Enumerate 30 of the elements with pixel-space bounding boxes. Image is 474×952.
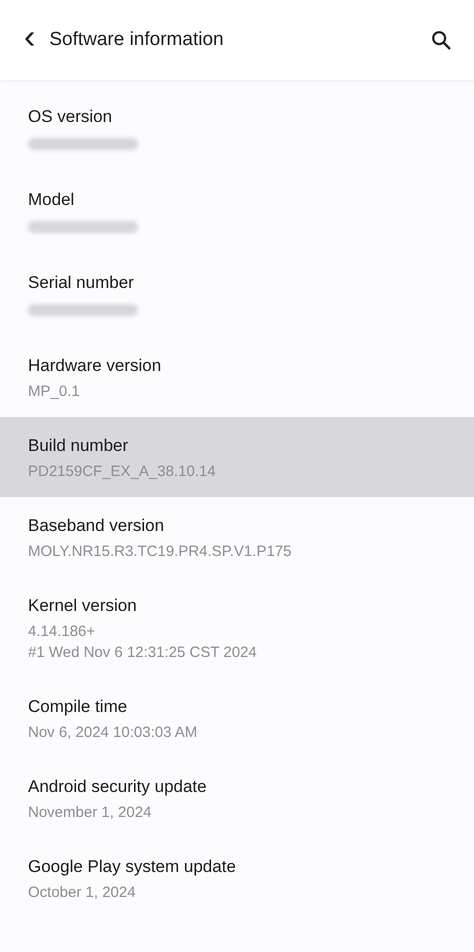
screen-title: Software information bbox=[49, 29, 225, 51]
info-label: Google Play system update bbox=[28, 856, 236, 878]
info-label: OS version bbox=[28, 106, 112, 128]
info-label: Kernel version bbox=[28, 595, 137, 617]
info-value: November 1, 2024 bbox=[28, 803, 152, 823]
back-button[interactable]: ‹ bbox=[24, 20, 36, 54]
info-row[interactable]: Google Play system update October 1, 2024 bbox=[0, 838, 474, 918]
info-value: Nov 6, 2024 10:03:03 AM bbox=[28, 723, 198, 743]
info-value: October 1, 2024 bbox=[28, 883, 136, 903]
info-row[interactable]: Build number PD2159CF_EX_A_38.10.14 bbox=[0, 417, 474, 497]
info-row[interactable]: Hardware version MP_0.1 bbox=[0, 337, 474, 417]
info-value: MP_0.1 bbox=[28, 382, 80, 402]
info-row[interactable]: Android security update November 1, 2024 bbox=[0, 758, 474, 838]
info-value: PD2159CF_EX_A_38.10.14 bbox=[28, 462, 216, 482]
info-row[interactable]: Model bbox=[0, 171, 474, 254]
info-row[interactable]: Compile time Nov 6, 2024 10:03:03 AM bbox=[0, 678, 474, 758]
info-row[interactable]: Serial number bbox=[0, 254, 474, 337]
info-row[interactable]: Kernel version 4.14.186+ #1 Wed Nov 6 12:31:25 CST 2024 bbox=[0, 577, 474, 678]
info-value: MOLY.NR15.R3.TC19.PR4.SP.V1.P175 bbox=[28, 542, 292, 562]
info-label: Hardware version bbox=[28, 355, 162, 377]
info-row[interactable]: OS version bbox=[0, 88, 474, 171]
info-row[interactable]: Baseband version MOLY.NR15.R3.TC19.PR4.SP.V1.P175 bbox=[0, 497, 474, 577]
info-label: Model bbox=[28, 189, 74, 211]
info-label: Build number bbox=[28, 435, 128, 457]
info-label: Android security update bbox=[28, 776, 207, 798]
search-icon bbox=[430, 29, 452, 51]
info-value: 4.14.186+ #1 Wed Nov 6 12:31:25 CST 2024 bbox=[28, 622, 257, 663]
info-label: Baseband version bbox=[28, 515, 164, 537]
info-label: Compile time bbox=[28, 696, 128, 718]
info-label: Serial number bbox=[28, 272, 134, 294]
